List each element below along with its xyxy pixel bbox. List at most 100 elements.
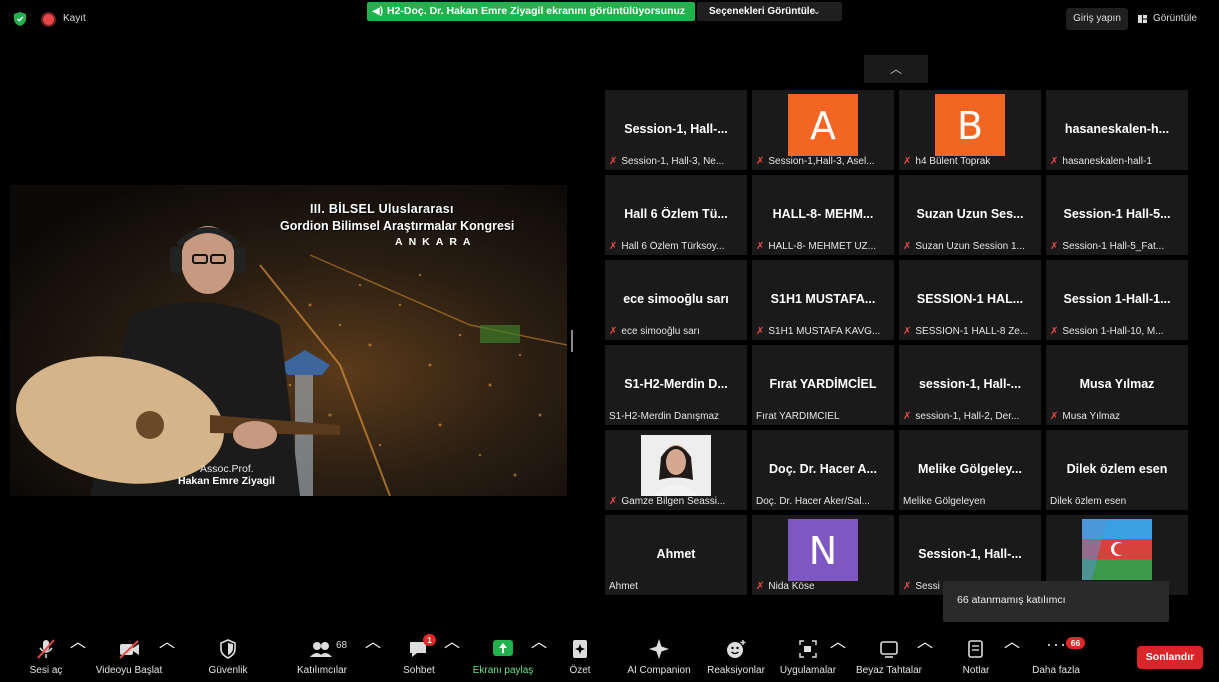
participant-tile[interactable]: S1H1 MUSTAFA... ✗ S1H1 MUSTAFA KAVG... [752, 260, 894, 340]
mic-muted-icon: ✗ [756, 241, 765, 252]
participant-tile[interactable]: A ✗ Session-1,Hall-3, Asel... [752, 90, 894, 170]
summary-button[interactable]: Özet [562, 628, 598, 682]
mic-muted-icon: ✗ [756, 156, 765, 167]
chat-button[interactable]: 1 Sohbet [396, 628, 442, 682]
participant-avatar: B [935, 94, 1005, 156]
unmute-button[interactable]: Sesi aç [22, 628, 70, 682]
participant-name-label: ✗ Session-1 Hall-5_Fat... [1050, 241, 1164, 252]
participant-tile[interactable]: Session-1, Hall-... ✗ Session-1, Hall-3, N… [605, 90, 747, 170]
participant-tile[interactable]: Fırat YARDİMCİEL Fırat YARDİMCİEL [752, 345, 894, 425]
participant-name-label: Ahmet [609, 581, 638, 592]
participant-tile[interactable]: Session 1-Hall-1... ✗ Session 1-Hall-10, M… [1046, 260, 1188, 340]
summary-label: Özet [569, 665, 591, 676]
participant-display-name: HALL-8- MEHM... [772, 207, 874, 221]
security-button[interactable]: Güvenlik [200, 628, 256, 682]
split-resize-handle[interactable] [571, 330, 573, 352]
chat-options-caret[interactable]: ︿ [444, 628, 460, 682]
participant-tile[interactable]: Session-1 Hall-5... ✗ Session-1 Hall-5_Fat… [1046, 175, 1188, 255]
participant-name: S1-H2-Merdin Danışmaz [609, 411, 720, 422]
participant-name: Session-1, Hall-3, Ne... [621, 156, 725, 167]
participant-name-label: ✗ h4 Bülent Toprak [903, 156, 990, 167]
participant-tile[interactable]: hasaneskalen-h... ✗ hasaneskalen-hall-1 [1046, 90, 1188, 170]
unmute-label: Sesi aç [29, 665, 63, 676]
participant-name: Sessi [915, 581, 940, 592]
mic-muted-icon: ✗ [903, 156, 912, 167]
start-video-label: Videoyu Başlat [95, 665, 163, 676]
participant-tile[interactable]: Doç. Dr. Hacer A... Doç. Dr. Hacer Aker/S… [752, 430, 894, 510]
participant-tile[interactable]: ece simooğlu sarı ✗ ece simooğlu sarı [605, 260, 747, 340]
participant-name-label: ✗ Suzan Uzun Session 1... [903, 241, 1025, 252]
reactions-button[interactable]: Reaksiyonlar [703, 628, 769, 682]
mic-muted-icon: ✗ [903, 241, 912, 252]
participant-tile[interactable]: Musa Yılmaz ✗ Musa Yılmaz [1046, 345, 1188, 425]
participant-name-label: ✗ session-1, Hall-2, Der... [903, 411, 1019, 422]
grid-view-icon [1138, 15, 1147, 23]
participant-name: Doç. Dr. Hacer Aker/Sal... [756, 496, 870, 507]
video-options-caret[interactable]: ︿ [159, 628, 175, 682]
share-screen-label: Ekranı paylaş [472, 665, 534, 676]
recording-dot-icon[interactable] [43, 14, 54, 25]
end-meeting-button[interactable]: Sonlandır [1137, 646, 1203, 669]
participant-display-name: Suzan Uzun Ses... [916, 207, 1024, 221]
more-button[interactable]: ··· 66 Daha fazla [1026, 628, 1086, 682]
notes-button[interactable]: Notlar [956, 628, 996, 682]
participant-tile[interactable]: Dilek özlem esen Dilek özlem esen [1046, 430, 1188, 510]
participant-tile[interactable]: HALL-8- MEHM... ✗ HALL-8- MEHMET UZ... [752, 175, 894, 255]
whiteboards-button[interactable]: Beyaz Tahtalar [852, 628, 926, 682]
participant-tile[interactable]: B ✗ h4 Bülent Toprak [899, 90, 1041, 170]
screen-title-line2: Gordion Bilimsel Araştırmalar Kongresi [280, 219, 515, 233]
participants-button[interactable]: 68 Katılımcılar [290, 628, 354, 682]
participant-name-label: ✗ Session-1,Hall-3, Asel... [756, 156, 875, 167]
mic-muted-icon [37, 639, 55, 659]
screen-signature-line2: Hakan Emre Ziyagil [178, 475, 275, 487]
participant-name: S1H1 MUSTAFA KAVG... [768, 326, 881, 337]
whiteboards-options-caret[interactable]: ︿ [917, 628, 933, 682]
participant-tile[interactable]: Melike Gölgeley... Melike Gölgeleyen [899, 430, 1041, 510]
participant-tile[interactable]: Ahmet Ahmet [605, 515, 747, 595]
participant-name: Melike Gölgeleyen [903, 496, 986, 507]
participant-name-label: Fırat YARDİMCİEL [756, 411, 840, 422]
view-button[interactable]: Görüntüle [1133, 8, 1209, 30]
shield-icon [220, 639, 236, 659]
shared-screen[interactable]: III. BİLSEL Uluslararası Gordion Bilimse… [10, 185, 567, 496]
screen-signature-line1: Assoc.Prof. [200, 463, 254, 475]
participant-name-label: ✗ Gamze Bilgen Seassi... [609, 496, 725, 507]
audio-options-caret[interactable]: ︿ [70, 628, 86, 682]
more-dots-icon: ··· [1046, 634, 1067, 654]
apps-options-caret[interactable]: ︿ [830, 628, 846, 682]
participant-tile[interactable]: N ✗ Nida Köse [752, 515, 894, 595]
more-label: Daha fazla [1032, 665, 1080, 676]
participant-tile[interactable]: Suzan Uzun Ses... ✗ Suzan Uzun Session 1..… [899, 175, 1041, 255]
participant-display-name: Musa Yılmaz [1079, 377, 1155, 391]
apps-icon [799, 640, 817, 658]
participant-name-label: Melike Gölgeleyen [903, 496, 985, 507]
notes-label: Notlar [962, 665, 990, 676]
notes-options-caret[interactable]: ︿ [1004, 628, 1020, 682]
mic-muted-icon: ✗ [903, 581, 912, 592]
screen-title-line1: III. BİLSEL Uluslararası [310, 202, 454, 216]
signin-button[interactable]: Giriş yapın [1066, 8, 1128, 30]
gallery-scroll-up-button[interactable]: ︿ [864, 55, 928, 83]
view-options-button[interactable]: Seçenekleri Görüntüle ⌄ [697, 2, 842, 21]
participant-display-name: hasaneskalen-h... [1064, 122, 1170, 136]
participant-tile[interactable]: Hall 6 Özlem Tü... ✗ Hall 6 Özlem Türksoy.… [605, 175, 747, 255]
share-options-caret[interactable]: ︿ [531, 628, 547, 682]
participant-name: Gamze Bilgen Seassi... [621, 496, 726, 507]
share-screen-button[interactable]: Ekranı paylaş [470, 628, 536, 682]
participant-name-label: ✗ ece simooğlu sarı [609, 326, 700, 337]
participant-tile[interactable]: SESSION-1 HAL... ✗ SESSION-1 HALL-8 Ze... [899, 260, 1041, 340]
recording-label: Kayıt [63, 13, 86, 24]
participants-options-caret[interactable]: ︿ [365, 628, 381, 682]
tooltip-text: 66 atanmamış katılımcı [957, 594, 1066, 606]
start-video-button[interactable]: Videoyu Başlat [90, 628, 168, 682]
security-shield-icon[interactable] [14, 12, 26, 26]
participant-name: HALL-8- MEHMET UZ... [768, 241, 876, 252]
participant-tile[interactable]: S1-H2-Merdin D... S1-H2-Merdin Danışmaz [605, 345, 747, 425]
participant-name-label: ✗ Session 1-Hall-10, M... [1050, 326, 1164, 337]
participant-tile[interactable]: session-1, Hall-... ✗ session-1, Hall-2, D… [899, 345, 1041, 425]
participant-display-name: Session-1, Hall-... [918, 547, 1022, 561]
mic-muted-icon: ✗ [756, 581, 765, 592]
participant-tile[interactable]: ✗ Gamze Bilgen Seassi... [605, 430, 747, 510]
ai-companion-button[interactable]: AI Companion [620, 628, 698, 682]
participant-name: Session 1-Hall-10, M... [1062, 326, 1164, 337]
